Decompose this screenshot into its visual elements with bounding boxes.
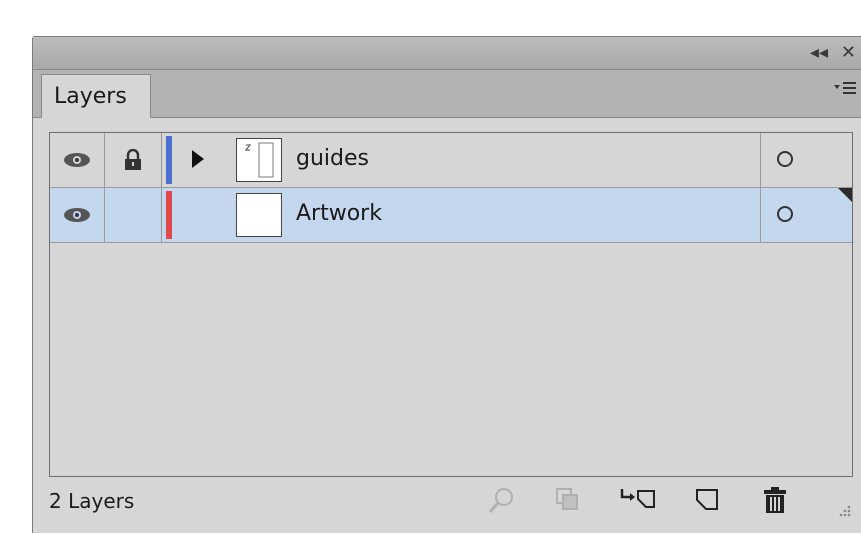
delete-icon[interactable] <box>761 485 789 519</box>
selection-corner-icon <box>838 188 852 202</box>
visibility-toggle[interactable] <box>50 188 105 242</box>
resize-grip-icon[interactable] <box>833 499 853 523</box>
expand-arrow-icon[interactable] <box>192 150 204 168</box>
layer-color-indicator <box>166 136 172 184</box>
eye-icon <box>64 208 90 222</box>
target-circle-icon[interactable] <box>777 151 793 167</box>
visibility-toggle[interactable] <box>50 133 105 187</box>
column-divider <box>760 133 761 187</box>
create-sublayer-icon[interactable] <box>618 485 658 517</box>
create-layer-icon[interactable] <box>693 485 721 517</box>
make-clipping-mask-icon[interactable] <box>553 485 581 517</box>
layer-row-artwork[interactable]: Artwork <box>50 188 852 243</box>
layers-panel: ◂◂ ✕ Layers guides Artwork 2 Layers <box>32 36 861 533</box>
locate-object-icon[interactable] <box>485 485 517 521</box>
target-circle-icon[interactable] <box>777 206 793 222</box>
column-divider <box>760 188 761 242</box>
tab-layers[interactable]: Layers <box>41 74 151 118</box>
layer-row-guides[interactable]: guides <box>50 133 852 188</box>
lock-toggle[interactable] <box>105 133 162 187</box>
layer-thumbnail <box>236 193 282 237</box>
tab-label: Layers <box>54 84 127 109</box>
lock-toggle[interactable] <box>105 188 162 242</box>
collapse-icon[interactable]: ◂◂ <box>810 43 828 63</box>
panel-menu-icon[interactable] <box>834 80 856 101</box>
eye-icon <box>64 153 90 167</box>
layer-thumbnail <box>236 138 282 182</box>
layer-name[interactable]: Artwork <box>296 201 382 226</box>
layer-color-indicator <box>166 191 172 239</box>
layer-count: 2 Layers <box>49 489 135 513</box>
layers-list: guides Artwork <box>49 132 853 477</box>
tab-bar: Layers <box>33 70 861 118</box>
layer-name[interactable]: guides <box>296 146 369 171</box>
panel-titlebar[interactable]: ◂◂ ✕ <box>33 37 861 70</box>
close-icon[interactable]: ✕ <box>841 43 856 63</box>
lock-icon <box>125 149 141 170</box>
